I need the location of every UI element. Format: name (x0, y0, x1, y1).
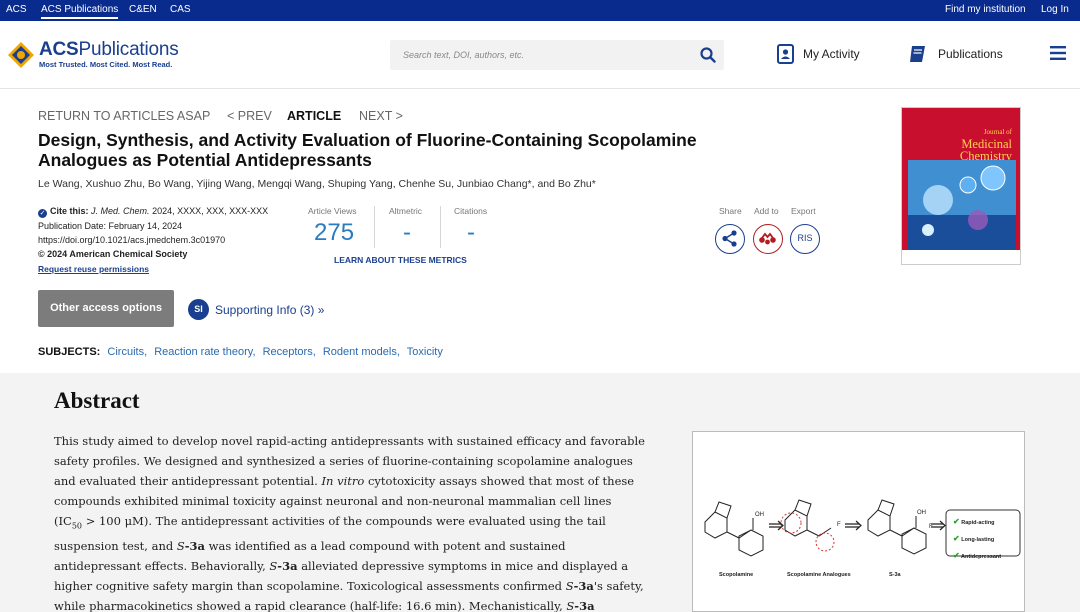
share-label: Share (719, 206, 742, 216)
find-institution-link[interactable]: Find my institution (945, 4, 1026, 15)
logo-tagline: Most Trusted. Most Cited. Most Read. (39, 60, 173, 69)
next-article-link[interactable]: NEXT > (359, 109, 403, 123)
my-activity-link[interactable]: My Activity (803, 47, 860, 61)
search-input[interactable]: Search text, DOI, authors, etc. (390, 40, 724, 70)
toc-caption: Scopolamine Analogues (787, 572, 851, 578)
svg-text:OH: OH (917, 510, 926, 516)
site-header: ACSPublications Most Trusted. Most Cited… (0, 21, 1080, 89)
check-icon: ✔ (953, 551, 960, 560)
add-to-label: Add to (754, 206, 779, 216)
doi-link[interactable]: https://doi.org/10.1021/acs.jmedchem.3c0… (38, 235, 225, 245)
publications-icon[interactable] (908, 43, 928, 65)
toc-caption: Scopolamine (719, 572, 754, 578)
prev-article-link[interactable]: < PREV (227, 109, 272, 123)
check-icon: ✔ (953, 534, 960, 543)
author-list[interactable]: Le Wang, Xushuo Zhu, Bo Wang, Yijing Wan… (38, 178, 596, 190)
metric-divider (374, 206, 375, 248)
reuse-permissions-link[interactable]: Request reuse permissions (38, 264, 149, 274)
subject-link[interactable]: Circuits (107, 346, 144, 358)
share-icon (722, 230, 737, 247)
topbar-link-cen[interactable]: C&EN (129, 4, 157, 15)
cover-artwork (908, 160, 1016, 250)
altmetric-label: Altmetric (389, 206, 423, 216)
svg-text:F: F (837, 522, 841, 528)
abstract-text: This study aimed to develop novel rapid-… (54, 434, 645, 612)
toc-checklist: ✔ Rapid-acting ✔ Long-lasting ✔ Antidepr… (953, 517, 1002, 560)
article-title: Design, Synthesis, and Activity Evaluati… (38, 130, 697, 170)
toc-caption: S-3a (889, 572, 901, 578)
cite-this: ✓ Cite this: J. Med. Chem. 2024, XXXX, XX… (38, 206, 269, 218)
export-ris-button[interactable]: RIS (790, 224, 820, 254)
cover-footer (902, 250, 1020, 264)
top-bar: ACS ACS Publications C&EN CAS Find my in… (0, 0, 1080, 21)
publication-date[interactable]: Publication Date: February 14, 2024 (38, 221, 182, 231)
cover-title: Journal of Medicinal Chemistry (959, 128, 1012, 163)
menu-icon[interactable] (1050, 46, 1066, 60)
logo-wordmark[interactable]: ACSPublications (39, 39, 179, 61)
publications-link[interactable]: Publications (938, 47, 1003, 61)
journal-cover[interactable]: Journal of Medicinal Chemistry (901, 107, 1021, 265)
search-placeholder: Search text, DOI, authors, etc. (403, 50, 525, 60)
topbar-link-acs-publications[interactable]: ACS Publications (41, 4, 119, 19)
supporting-info-link[interactable]: Supporting Info (3) » (215, 303, 324, 317)
export-label: Export (791, 206, 816, 216)
subject-link[interactable]: Receptors (263, 346, 313, 358)
other-access-options-button[interactable]: Other access options (38, 290, 174, 327)
metric-divider (440, 206, 441, 248)
my-activity-icon[interactable] (776, 43, 796, 65)
copyright: © 2024 American Chemical Society (38, 249, 188, 259)
subject-link[interactable]: Toxicity (407, 346, 443, 358)
citations-label: Citations (454, 206, 488, 216)
share-button[interactable] (715, 224, 745, 254)
add-to-button[interactable] (753, 224, 783, 254)
search-icon[interactable] (700, 47, 716, 63)
subjects-label: SUBJECTS: (38, 346, 101, 358)
views-value: 275 (314, 219, 355, 246)
check-icon: ✔ (953, 517, 960, 526)
svg-text:OH: OH (755, 512, 764, 518)
acs-logo-icon[interactable] (6, 40, 36, 70)
login-link[interactable]: Log In (1041, 4, 1069, 15)
altmetric-value[interactable]: - (403, 219, 411, 247)
subjects-row: SUBJECTS: Circuits, Reaction rate theory… (38, 346, 443, 358)
topbar-link-acs[interactable]: ACS (6, 4, 27, 15)
mendeley-icon (759, 232, 776, 245)
article-tab: ARTICLE (287, 109, 342, 123)
topbar-link-cas[interactable]: CAS (170, 4, 191, 15)
learn-metrics-link[interactable]: LEARN ABOUT THESE METRICS (334, 255, 467, 265)
subject-link[interactable]: Reaction rate theory (154, 346, 252, 358)
citations-value[interactable]: - (467, 219, 475, 247)
toc-graphic[interactable]: OH F OH F Scopolamine Scopolamine Analog… (692, 431, 1025, 612)
views-label: Article Views (308, 206, 357, 216)
si-icon: SI (188, 299, 209, 320)
abstract-heading: Abstract (54, 388, 140, 413)
return-to-asap-link[interactable]: RETURN TO ARTICLES ASAP (38, 109, 210, 123)
subject-link[interactable]: Rodent models (323, 346, 397, 358)
check-icon: ✓ (38, 209, 47, 218)
